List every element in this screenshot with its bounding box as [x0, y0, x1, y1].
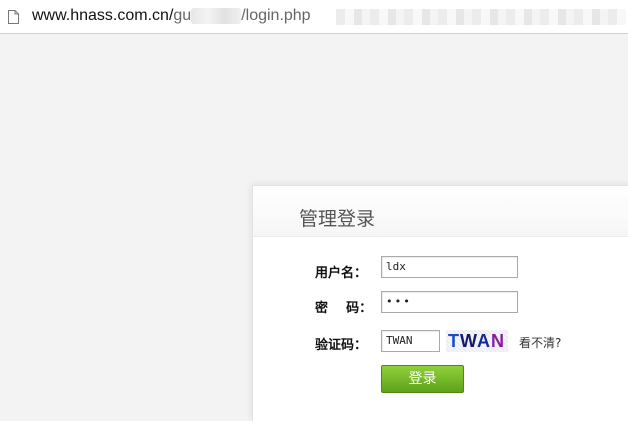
panel-title: 管理登录	[299, 208, 376, 230]
captcha-char: A	[477, 331, 491, 351]
login-button[interactable]: 登录	[381, 365, 464, 393]
url-host: www.hnass.com.cn/	[32, 7, 174, 24]
panel-header: 管理登录	[253, 186, 628, 237]
captcha-char: T	[448, 331, 460, 351]
url-blur-mask	[191, 7, 242, 24]
captcha-char: W	[460, 331, 477, 351]
username-input[interactable]: ldx	[381, 256, 518, 278]
password-label: 密 码：	[315, 301, 373, 316]
browser-address-bar[interactable]: www.hnass.com.cn/gu/login.php	[0, 0, 628, 34]
captcha-refresh-link[interactable]: 看不清?	[519, 334, 561, 351]
url-path-start: gu	[173, 7, 192, 24]
url-query-blur-mask	[336, 9, 626, 25]
captcha-char: N	[491, 331, 505, 351]
password-input[interactable]: •••	[381, 291, 518, 313]
captcha-input[interactable]: TWAN	[381, 330, 440, 352]
url-text[interactable]: www.hnass.com.cn/gu/login.php	[32, 6, 311, 26]
captcha-label: 验证码：	[315, 338, 368, 353]
username-label: 用户名：	[315, 266, 368, 281]
captcha-image[interactable]: TWAN	[446, 330, 508, 352]
url-path-end: /login.php	[241, 7, 311, 24]
page-icon	[8, 9, 19, 24]
